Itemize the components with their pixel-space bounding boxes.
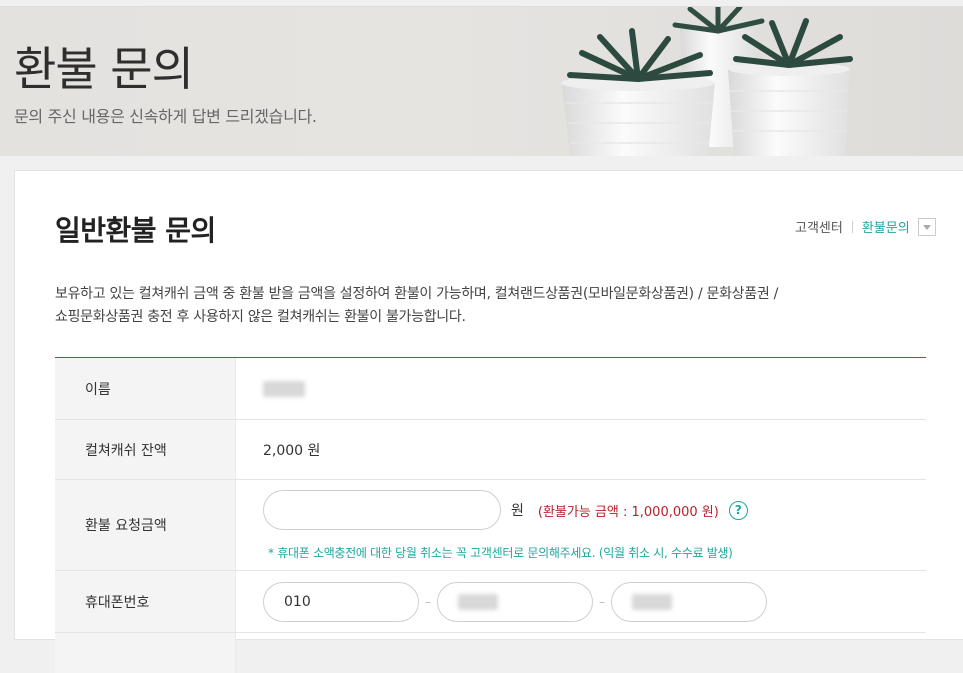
section-description: 보유하고 있는 컬쳐캐쉬 금액 중 환불 받을 금액을 설정하여 환불이 가능하… <box>55 283 855 329</box>
phone-value-cell: 010 – – <box>236 571 926 632</box>
refund-notice: * 휴대폰 소액충전에 대한 당월 취소는 꼭 고객센터로 문의해주세요. (익… <box>268 546 733 560</box>
breadcrumb: 고객센터 환불문의 <box>795 217 936 236</box>
phone-label: 휴대폰번호 <box>55 571 236 632</box>
hero-banner: 환불 문의 문의 주신 내용은 신속하게 답변 드리겠습니다. <box>0 6 963 156</box>
balance-value: 2,000 원 <box>263 442 321 459</box>
masked-name <box>263 380 305 397</box>
balance-label: 컬쳐캐쉬 잔액 <box>55 420 236 479</box>
breadcrumb-customer-center[interactable]: 고객센터 <box>795 217 843 236</box>
refund-form: 이름 컬쳐캐쉬 잔액 2,000 원 환불 요청금액 원 (환불가능 금액 : … <box>55 357 926 673</box>
section-title: 일반환불 문의 <box>55 214 216 247</box>
name-value <box>236 358 926 419</box>
form-row-balance: 컬쳐캐쉬 잔액 2,000 원 <box>55 420 926 480</box>
refundable-amount-note: (환불가능 금액 : 1,000,000 원) <box>537 504 719 520</box>
chevron-down-icon[interactable] <box>917 217 936 236</box>
name-label: 이름 <box>55 358 236 419</box>
form-row-name: 이름 <box>55 358 926 420</box>
masked-phone-middle <box>458 593 498 610</box>
masked-phone-last <box>632 593 672 610</box>
phone-input-prefix[interactable]: 010 <box>263 581 419 622</box>
amount-input-group: 원 (환불가능 금액 : 1,000,000 원) ? <box>263 490 748 530</box>
form-row-next <box>55 633 926 673</box>
amount-unit: 원 <box>511 503 524 519</box>
succulent-plants-image <box>561 7 853 156</box>
refund-amount-input[interactable] <box>263 490 501 530</box>
page-title: 환불 문의 <box>14 42 194 96</box>
breadcrumb-refund-inquiry[interactable]: 환불문의 <box>862 217 910 236</box>
amount-label: 환불 요청금액 <box>55 480 236 570</box>
next-row-label <box>55 633 236 673</box>
next-row-value <box>236 633 926 673</box>
question-circle-icon[interactable]: ? <box>728 500 748 520</box>
page-subtitle: 문의 주신 내용은 신속하게 답변 드리겠습니다. <box>14 107 317 126</box>
phone-input-middle[interactable] <box>437 581 593 622</box>
description-line: 보유하고 있는 컬쳐캐쉬 금액 중 환불 받을 금액을 설정하여 환불이 가능하… <box>55 286 778 302</box>
phone-separator: – <box>599 594 605 609</box>
breadcrumb-separator <box>851 220 853 233</box>
phone-separator: – <box>425 594 431 609</box>
description-line: 쇼핑문화상품권 충전 후 사용하지 않은 컬쳐캐쉬는 환불이 불가능합니다. <box>55 309 466 325</box>
amount-value-cell: 원 (환불가능 금액 : 1,000,000 원) ? * 휴대폰 소액충전에 … <box>236 480 926 570</box>
form-row-phone: 휴대폰번호 010 – – <box>55 571 926 633</box>
form-row-amount: 환불 요청금액 원 (환불가능 금액 : 1,000,000 원) ? * 휴대… <box>55 480 926 571</box>
content-card: 일반환불 문의 고객센터 환불문의 보유하고 있는 컬쳐캐쉬 금액 중 환불 받… <box>14 170 963 673</box>
phone-input-last[interactable] <box>611 581 767 622</box>
